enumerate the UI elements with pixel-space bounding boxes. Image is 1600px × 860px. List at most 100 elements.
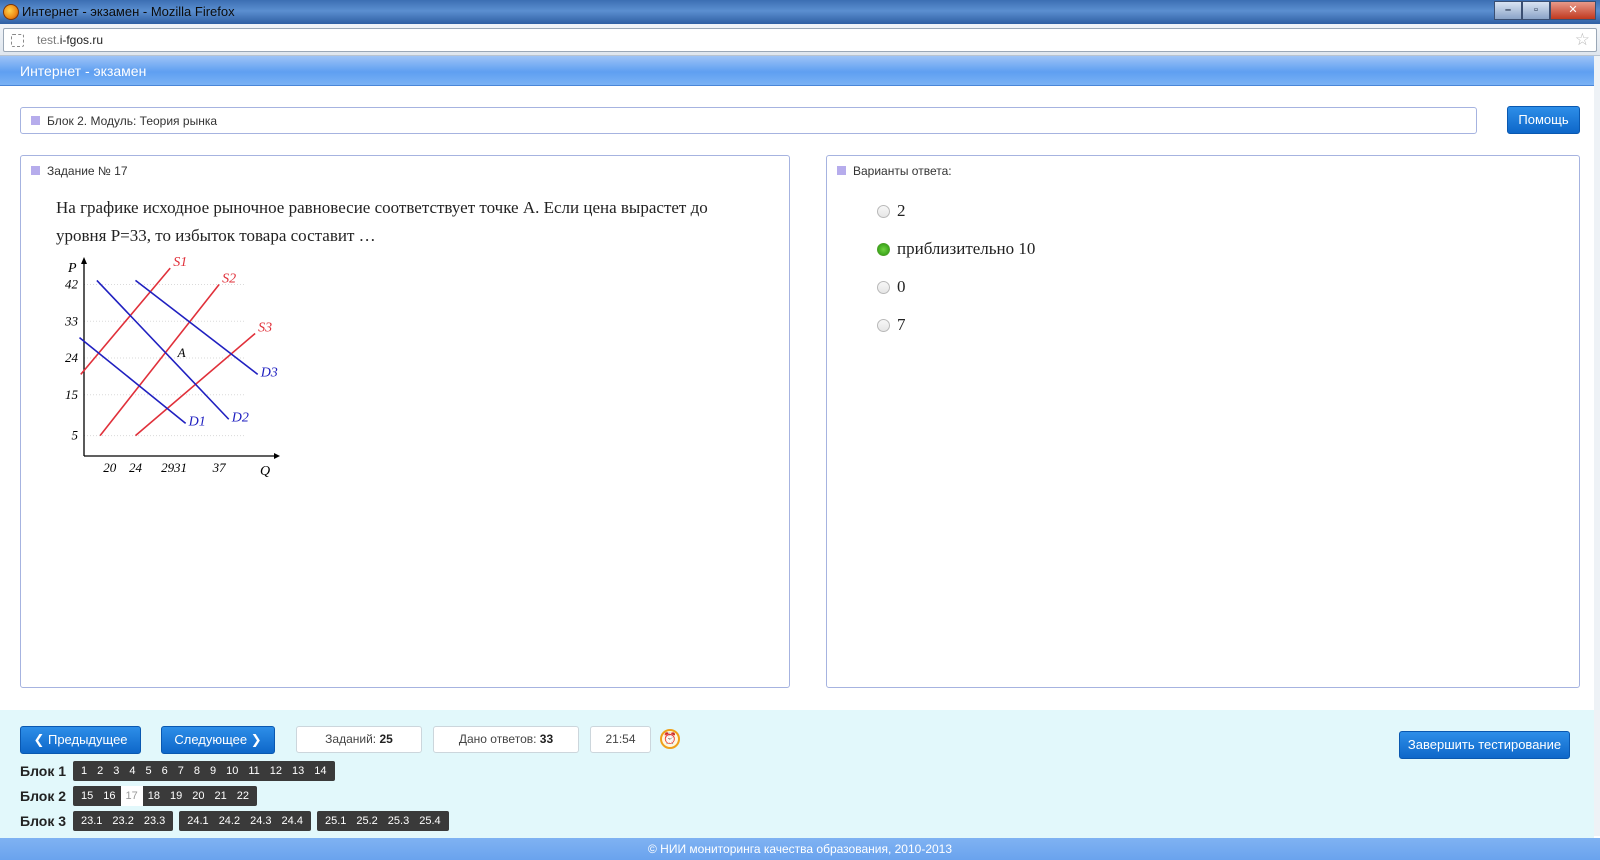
series-label-s1: S1 bbox=[173, 256, 187, 270]
answers-title: Варианты ответа: bbox=[853, 164, 952, 178]
app-title: Интернет - экзамен bbox=[20, 63, 147, 79]
question-chip[interactable]: 18 bbox=[143, 786, 165, 806]
question-chip[interactable]: 15 bbox=[76, 786, 98, 806]
previous-button[interactable]: ❮ Предыдущее bbox=[20, 726, 141, 754]
tasks-count-box: Заданий: 25 bbox=[296, 726, 422, 753]
finish-test-button[interactable]: Завершить тестирование bbox=[1399, 731, 1570, 759]
block-name: Блок 3 bbox=[20, 813, 67, 829]
question-group: 1 2 3 4 5 6 7 8 9 10 11 12 13 14 bbox=[73, 761, 335, 781]
maximize-icon: ▫ bbox=[1534, 4, 1538, 16]
module-title: Блок 2. Модуль: Теория рынка bbox=[47, 114, 218, 128]
minimize-icon: – bbox=[1504, 4, 1512, 16]
url-text[interactable]: test.i-fgos.ru bbox=[37, 33, 103, 47]
question-chip[interactable]: 3 bbox=[108, 761, 124, 781]
bookmark-star-icon[interactable]: ☆ bbox=[1575, 30, 1590, 50]
x-tick-label: 29 bbox=[161, 460, 175, 475]
question-chip[interactable]: 11 bbox=[243, 761, 264, 781]
question-chip[interactable]: 4 bbox=[124, 761, 140, 781]
navigation-toolbar: test.i-fgos.ru ☆ bbox=[0, 24, 1600, 56]
question-chip[interactable]: 23.2 bbox=[107, 811, 138, 831]
firefox-icon[interactable] bbox=[3, 4, 19, 20]
question-chip[interactable]: 19 bbox=[165, 786, 187, 806]
question-chip[interactable]: 1 bbox=[76, 761, 92, 781]
question-chip[interactable]: 24.1 bbox=[182, 811, 213, 831]
point-a-label: A bbox=[177, 345, 186, 360]
question-chip[interactable]: 24.3 bbox=[245, 811, 276, 831]
answer-label[interactable]: приблизительно 10 bbox=[897, 239, 1035, 259]
question-chip[interactable]: 13 bbox=[287, 761, 309, 781]
question-group: 25.1 25.2 25.3 25.4 bbox=[316, 811, 449, 831]
help-button[interactable]: Помощь bbox=[1507, 106, 1580, 134]
task-number: Задание № 17 bbox=[47, 164, 128, 178]
site-identity-icon[interactable] bbox=[11, 34, 24, 47]
app-header: Интернет - экзамен bbox=[0, 56, 1600, 86]
series-label-s3: S3 bbox=[258, 321, 272, 336]
series-label-d1: D1 bbox=[188, 414, 206, 429]
answered-count-box: Дано ответов: 33 bbox=[433, 726, 579, 753]
question-chip[interactable]: 20 bbox=[187, 786, 209, 806]
chevron-left-icon: ❮ bbox=[33, 732, 48, 747]
question-chip[interactable]: 24.2 bbox=[214, 811, 245, 831]
question-chip[interactable]: 7 bbox=[173, 761, 189, 781]
address-bar[interactable]: test.i-fgos.ru ☆ bbox=[3, 28, 1597, 52]
answer-label[interactable]: 0 bbox=[897, 277, 906, 297]
question-chip[interactable]: 12 bbox=[265, 761, 287, 781]
answer-label[interactable]: 2 bbox=[897, 201, 906, 221]
question-chip[interactable]: 14 bbox=[309, 761, 331, 781]
maximize-button[interactable]: ▫ bbox=[1522, 1, 1550, 20]
y-tick-label: 5 bbox=[72, 428, 79, 443]
question-group: 15 16 17 18 19 20 21 22 bbox=[73, 786, 257, 806]
question-chip[interactable]: 6 bbox=[157, 761, 173, 781]
radio-button-checked[interactable] bbox=[877, 243, 890, 256]
question-chip-current[interactable]: 17 bbox=[120, 786, 143, 806]
question-chip[interactable]: 24.4 bbox=[277, 811, 308, 831]
x-tick-label: 24 bbox=[129, 460, 143, 475]
question-chip[interactable]: 23.3 bbox=[139, 811, 170, 831]
tasks-label: Заданий: bbox=[325, 732, 377, 746]
next-label: Следующее bbox=[174, 732, 248, 747]
url-prefix: test. bbox=[37, 33, 60, 47]
task-panel: Задание № 17 На графике исходное рыночно… bbox=[20, 155, 790, 688]
bullet-icon bbox=[837, 166, 846, 175]
question-chip[interactable]: 25.2 bbox=[351, 811, 382, 831]
series-line-d3 bbox=[134, 279, 259, 375]
question-chip[interactable]: 25.1 bbox=[320, 811, 351, 831]
y-axis-label: P bbox=[67, 261, 77, 276]
module-bar: Блок 2. Модуль: Теория рынка bbox=[20, 107, 1477, 134]
answers-panel: Варианты ответа: 2 приблизительно 10 0 7 bbox=[826, 155, 1580, 688]
question-group: 24.1 24.2 24.3 24.4 bbox=[179, 811, 311, 831]
y-tick-label: 33 bbox=[64, 313, 79, 328]
question-chip[interactable]: 16 bbox=[98, 786, 120, 806]
tasks-count: 25 bbox=[379, 732, 393, 746]
minimize-button[interactable]: – bbox=[1494, 1, 1522, 20]
series-label-d2: D2 bbox=[231, 410, 249, 425]
question-chip[interactable]: 8 bbox=[189, 761, 205, 781]
series-label-s2: S2 bbox=[222, 272, 236, 287]
next-button[interactable]: Следующее ❯ bbox=[161, 726, 275, 754]
series-line-s2 bbox=[99, 284, 220, 437]
radio-button[interactable] bbox=[877, 281, 890, 294]
question-chip[interactable]: 23.1 bbox=[76, 811, 107, 831]
answer-label[interactable]: 7 bbox=[897, 315, 906, 335]
question-chip[interactable]: 25.3 bbox=[383, 811, 414, 831]
supply-demand-chart: Q P 20 24 29 31 37 5 15 24 33 42 S1 S2 S3 D1 D2 D3 A bbox=[64, 256, 280, 479]
question-chip[interactable]: 22 bbox=[232, 786, 254, 806]
scrollbar[interactable] bbox=[1594, 56, 1600, 836]
block-row: Блок 3 23.1 23.2 23.3 24.1 24.2 24.3 24.… bbox=[20, 811, 455, 831]
bullet-icon bbox=[31, 166, 40, 175]
alarm-clock-icon[interactable]: ⏰ bbox=[660, 729, 680, 749]
question-text: На графике исходное рыночное равновесие … bbox=[56, 198, 708, 245]
question-chip[interactable]: 10 bbox=[221, 761, 243, 781]
close-button[interactable]: ✕ bbox=[1550, 1, 1596, 20]
question-chip[interactable]: 2 bbox=[92, 761, 108, 781]
radio-button[interactable] bbox=[877, 319, 890, 332]
bottom-navigation: ❮ Предыдущее Следующее ❯ Заданий: 25 Дан… bbox=[0, 710, 1594, 838]
question-chip[interactable]: 5 bbox=[141, 761, 157, 781]
answered-count: 33 bbox=[539, 732, 554, 746]
question-chip[interactable]: 9 bbox=[205, 761, 221, 781]
block-row: Блок 1 1 2 3 4 5 6 7 8 9 10 11 12 13 14 bbox=[20, 761, 341, 781]
question-chip[interactable]: 25.4 bbox=[414, 811, 445, 831]
y-tick-label: 15 bbox=[65, 387, 79, 402]
question-chip[interactable]: 21 bbox=[210, 786, 232, 806]
radio-button[interactable] bbox=[877, 205, 890, 218]
